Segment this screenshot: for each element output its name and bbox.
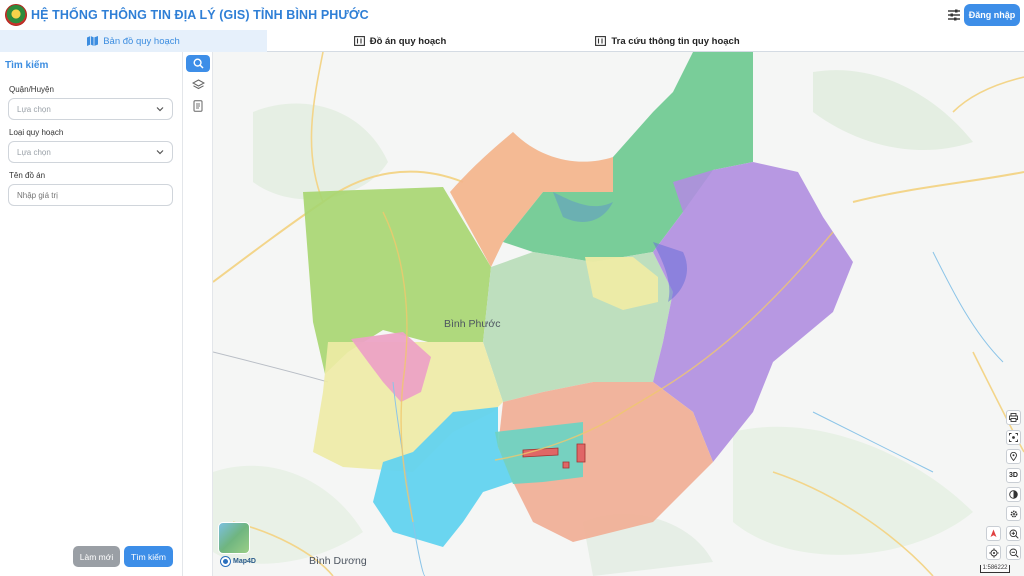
plan-type-label: Loại quy hoạch (9, 128, 64, 137)
district-select[interactable]: Lựa chọn (8, 98, 173, 120)
tab-label: Đồ án quy hoạch (369, 35, 447, 47)
login-button[interactable]: Đăng nhập (964, 4, 1020, 26)
province-logo (5, 4, 27, 26)
locate-icon[interactable] (986, 545, 1001, 560)
chevron-down-icon (156, 107, 164, 112)
tab-planning-map[interactable]: Bản đồ quy hoạch (0, 30, 267, 52)
document-icon[interactable] (186, 97, 210, 114)
plan-type-select[interactable]: Lựa chọn (8, 141, 173, 163)
map-view[interactable]: Bình Phước Bình Dương Map4D 3D 1:586222 (213, 52, 1024, 576)
main-tabs: Bản đồ quy hoạch Đồ án quy hoạch Tra cứu… (0, 30, 1024, 52)
map-scale: 1:586222 (980, 565, 1010, 573)
place-label-binh-duong: Bình Dương (309, 555, 367, 567)
map-brand-label: Map4D (233, 558, 256, 565)
app-header: HỆ THỐNG THÔNG TIN ĐỊA LÝ (GIS) TỈNH BÌN… (0, 0, 1024, 30)
tab-planning-projects[interactable]: Đồ án quy hoạch (335, 30, 465, 52)
app-title: HỆ THỐNG THÔNG TIN ĐỊA LÝ (GIS) TỈNH BÌN… (31, 8, 369, 22)
contrast-icon[interactable] (1006, 487, 1021, 502)
place-label-binh-phuoc: Bình Phước (444, 318, 501, 330)
map4d-logo-icon (221, 557, 230, 566)
layers-icon[interactable] (186, 76, 210, 93)
location-pin-icon[interactable] (1006, 449, 1021, 464)
project-name-input[interactable] (8, 184, 173, 206)
panel-title: Tìm kiếm (5, 60, 49, 71)
zoom-in-icon[interactable] (1006, 526, 1021, 541)
map-brand: Map4D (221, 557, 256, 566)
project-name-label: Tên đồ án (9, 171, 46, 180)
reset-button[interactable]: Làm mới (73, 546, 120, 567)
zoom-out-icon[interactable] (1006, 545, 1021, 560)
district-select-value: Lựa chọn (17, 104, 51, 114)
planning-map-canvas (213, 52, 1024, 576)
tab-planning-lookup[interactable]: Tra cứu thông tin quy hoạch (585, 30, 750, 52)
print-icon[interactable] (1006, 410, 1021, 425)
plan-icon (353, 36, 365, 46)
map-icon (87, 36, 99, 46)
screenshot-icon[interactable] (1006, 430, 1021, 445)
search-panel: Tìm kiếm Quận/Huyện Lựa chọn Loại quy ho… (0, 52, 183, 576)
basemap-switcher[interactable] (218, 522, 250, 554)
settings-icon[interactable] (946, 7, 962, 23)
district-label: Quận/Huyện (9, 85, 54, 94)
gear-icon[interactable] (1006, 506, 1021, 521)
plan-type-select-value: Lựa chọn (17, 147, 51, 157)
chevron-down-icon (156, 150, 164, 155)
3d-toggle-button[interactable]: 3D (1006, 468, 1021, 483)
tab-label: Tra cứu thông tin quy hoạch (611, 35, 740, 47)
3d-toggle-label: 3D (1009, 472, 1018, 479)
plan-icon (595, 36, 607, 46)
tab-label: Bản đồ quy hoạch (103, 35, 180, 47)
search-button[interactable]: Tìm kiếm (124, 546, 173, 567)
compass-icon[interactable] (986, 526, 1001, 541)
tool-strip (183, 52, 213, 576)
search-icon[interactable] (186, 55, 210, 72)
